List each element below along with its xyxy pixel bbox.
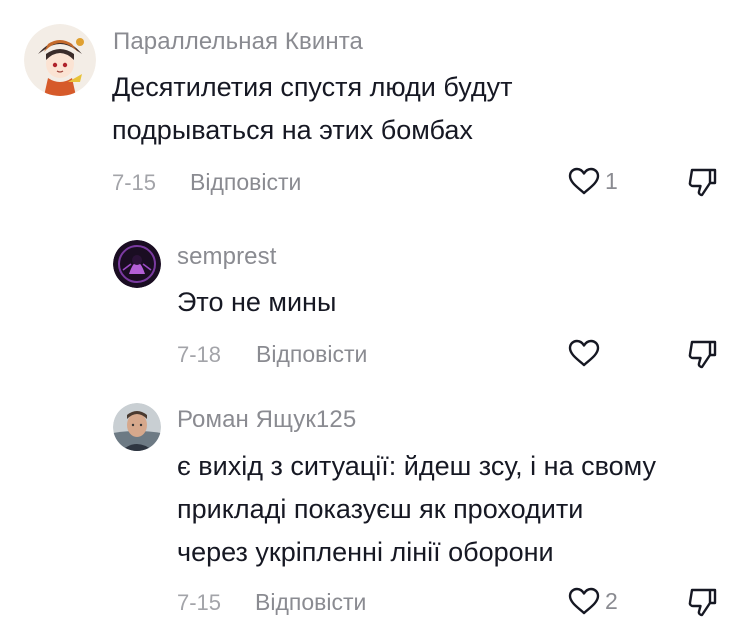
thumbs-down-icon [688, 340, 717, 369]
comment-date: 7-15 [177, 590, 222, 615]
comment-date: 7-18 [177, 342, 222, 367]
comments-panel: Параллельная Квинта Десятилетия спустя л… [0, 0, 750, 629]
heart-outline-icon [568, 167, 600, 195]
thumbs-down-icon [688, 168, 717, 197]
reply-button[interactable]: Відповісти [256, 341, 367, 368]
username[interactable]: semprest [177, 243, 277, 271]
avatar[interactable] [113, 240, 161, 288]
username[interactable]: Параллельная Квинта [113, 28, 363, 56]
reply-button[interactable]: Відповісти [190, 169, 301, 196]
reply-button[interactable]: Відповісти [255, 589, 366, 616]
avatar[interactable] [113, 403, 161, 451]
comment-text-line: Десятилетия спустя люди будут [112, 72, 513, 102]
dislike-button[interactable] [686, 586, 718, 623]
dislike-button[interactable] [686, 338, 718, 375]
heart-outline-icon [568, 339, 600, 367]
heart-outline-icon [568, 587, 600, 615]
comment-date: 7-15 [112, 170, 157, 195]
comment-text-line: є вихід з ситуації: йдеш зсу, і на свому [177, 451, 657, 481]
username[interactable]: Роман Ящук125 [177, 406, 356, 434]
comment-text-line: прикладі показуєш як проходити [177, 494, 584, 524]
comment-text-line: Это не мины [177, 287, 337, 317]
like-button[interactable] [567, 338, 605, 368]
man-photo-avatar-icon [113, 403, 161, 451]
like-button[interactable]: 2 [567, 586, 618, 616]
dark-purple-avatar-icon [113, 240, 161, 288]
like-button[interactable]: 1 [567, 166, 618, 196]
comment-text-line: через укріпленні лінії оборони [177, 537, 554, 567]
avatar[interactable] [24, 24, 96, 96]
comment-text-line: подрываться на этих бомбах [112, 115, 473, 145]
anime-character-avatar-icon [24, 24, 96, 96]
dislike-button[interactable] [686, 166, 718, 203]
thumbs-down-icon [688, 588, 717, 617]
like-count: 1 [605, 167, 618, 194]
like-count: 2 [605, 587, 618, 614]
